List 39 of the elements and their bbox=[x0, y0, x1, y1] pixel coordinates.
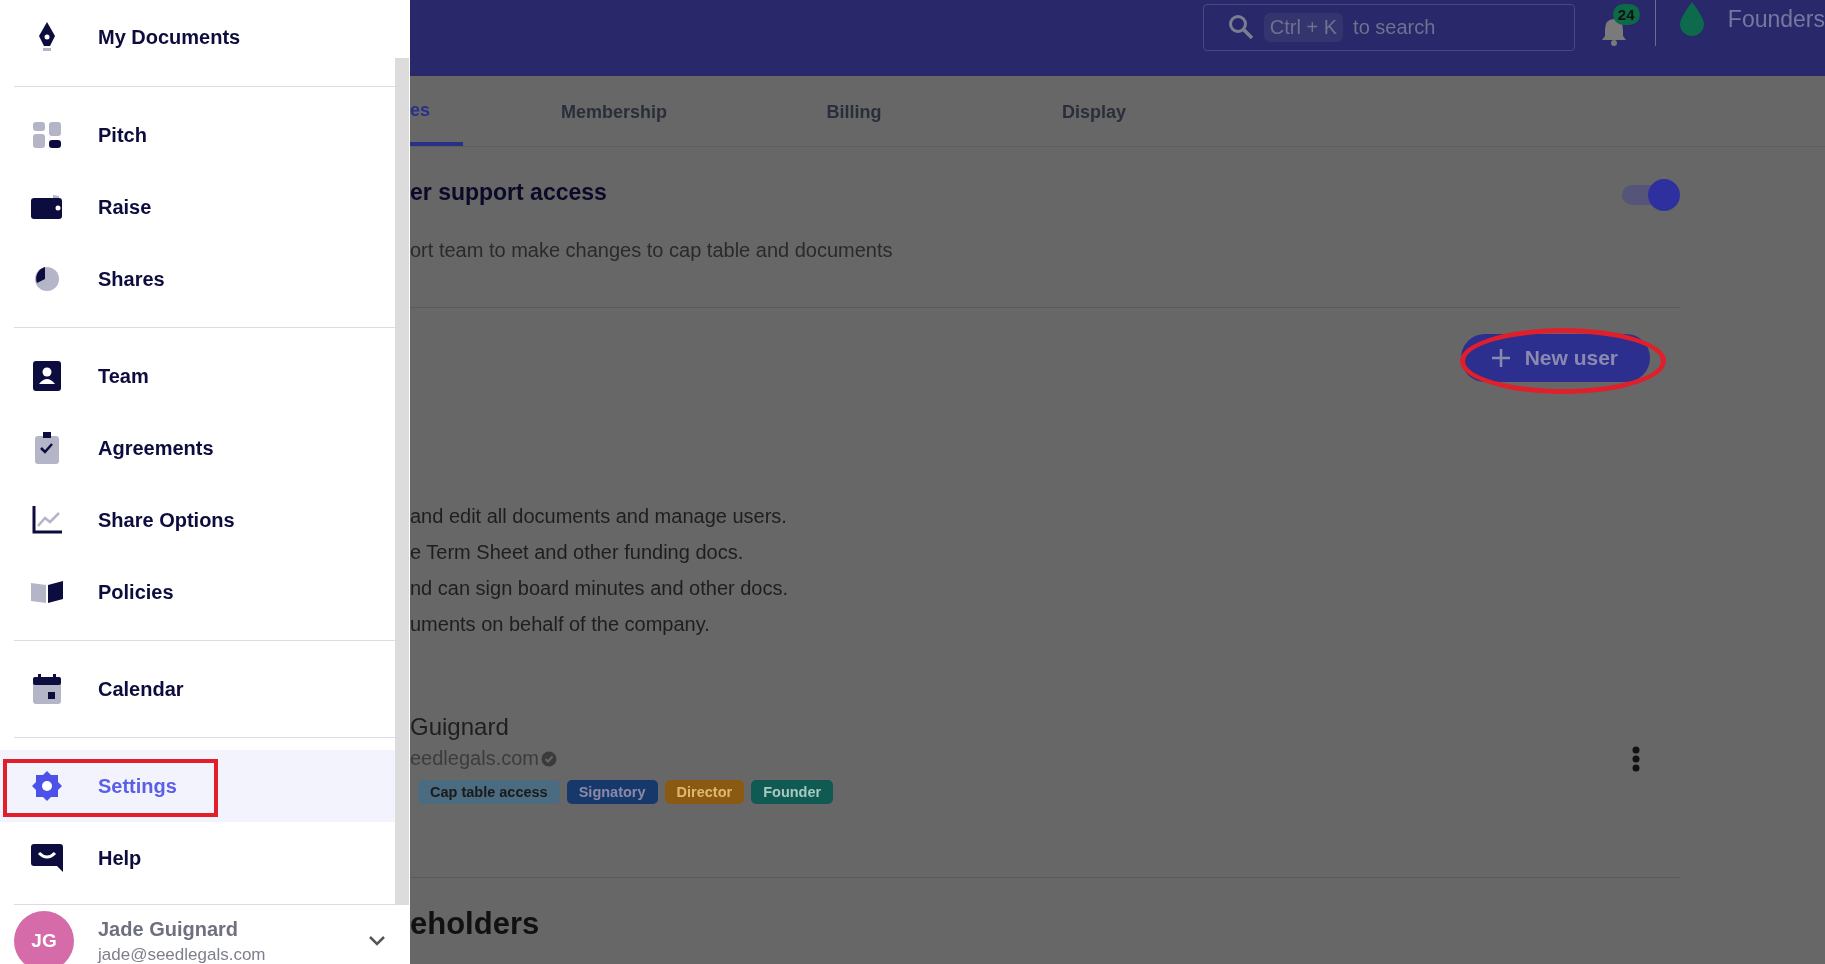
role-description: e Term Sheet and other funding docs. bbox=[410, 540, 745, 565]
user-name: Jade Guignard bbox=[98, 917, 240, 941]
role-tag: Cap table access bbox=[418, 780, 560, 804]
book-icon bbox=[29, 581, 65, 603]
role-tag: Director bbox=[664, 780, 745, 804]
role-tag: Founder bbox=[751, 780, 834, 804]
drop-icon bbox=[1679, 2, 1704, 36]
sidebar-item[interactable]: Policies bbox=[0, 556, 395, 628]
plus-icon bbox=[1490, 348, 1511, 368]
notification-count: 24 bbox=[1612, 4, 1640, 25]
sidebar-item[interactable]: Share Options bbox=[0, 484, 395, 556]
sidebar-item[interactable]: Shares bbox=[0, 243, 395, 315]
role-description: and edit all documents and manage users. bbox=[410, 504, 788, 529]
section-heading: eholders bbox=[410, 906, 541, 942]
sidebar-item[interactable]: Calendar bbox=[0, 653, 395, 725]
sidebar-item[interactable]: My Documents bbox=[0, 0, 395, 74]
more-options-icon[interactable] bbox=[1632, 745, 1640, 772]
member-name: Guignard bbox=[410, 713, 510, 741]
sidebar-item[interactable]: Agreements bbox=[0, 412, 395, 484]
sidebar-item[interactable]: Pitch bbox=[0, 99, 395, 171]
sidebar-item[interactable]: Raise bbox=[0, 171, 395, 243]
chat-icon bbox=[29, 844, 65, 872]
keyboard-shortcut: Ctrl + K bbox=[1263, 12, 1344, 42]
user-email: jade@seedlegals.com bbox=[98, 944, 267, 964]
role-description: uments on behalf of the company. bbox=[410, 612, 711, 637]
scrollbar[interactable] bbox=[395, 58, 409, 905]
toggle-switch[interactable] bbox=[1620, 179, 1680, 211]
sidebar-item[interactable]: Team bbox=[0, 340, 395, 412]
role-tag: Signatory bbox=[566, 780, 658, 804]
section-description: ort team to make changes to cap table and documents bbox=[410, 239, 893, 262]
sidebar-item[interactable]: Help bbox=[0, 822, 395, 894]
wallet-icon bbox=[29, 195, 65, 219]
search-icon bbox=[1227, 14, 1254, 40]
sidebar-item[interactable]: Settings bbox=[0, 750, 395, 822]
avatar: JG bbox=[14, 911, 74, 964]
search-placeholder: to search bbox=[1353, 15, 1436, 39]
chevron-down-icon[interactable] bbox=[369, 936, 385, 946]
role-description: nd can sign board minutes and other docs. bbox=[410, 576, 790, 601]
section-title: er support access bbox=[410, 179, 608, 206]
